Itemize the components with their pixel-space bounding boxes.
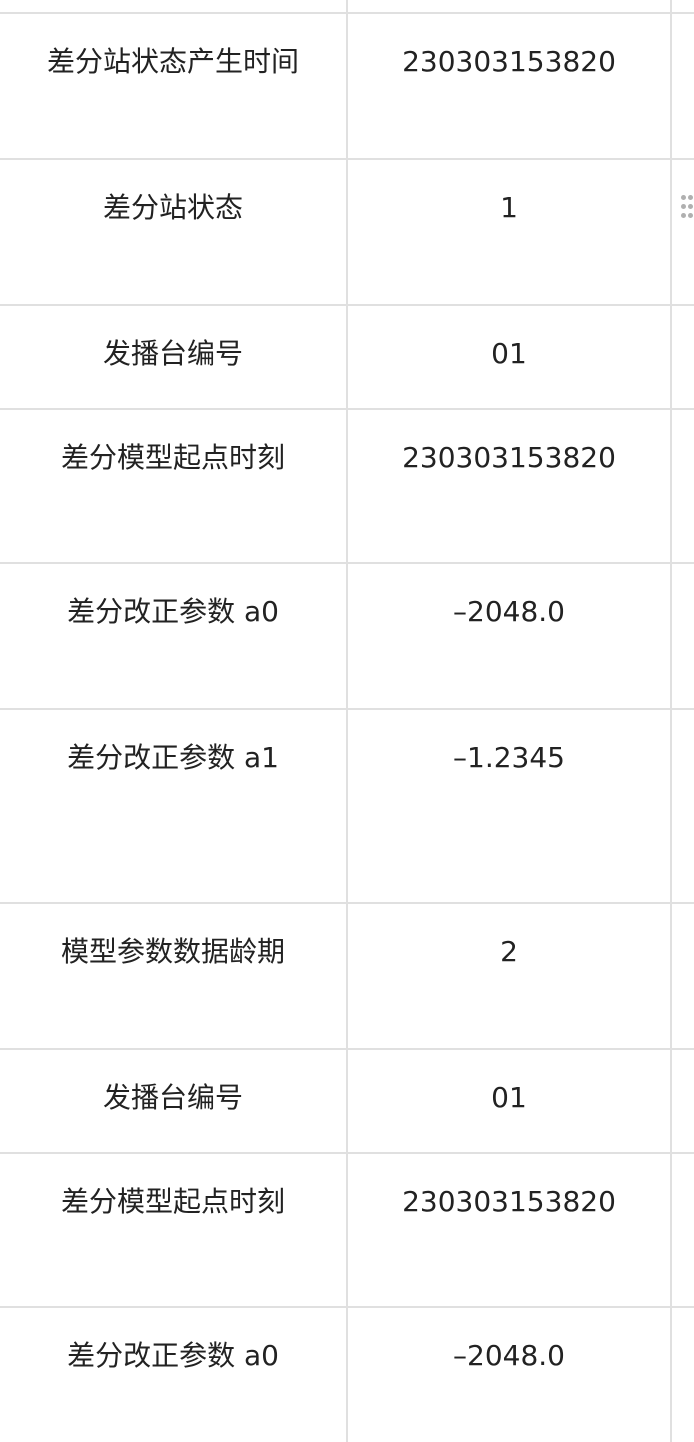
column-divider xyxy=(346,0,348,1442)
row-value: 230303153820 xyxy=(402,441,616,474)
row-label: 发播台编号 xyxy=(102,1081,243,1114)
row-label: 差分模型起点时刻 xyxy=(60,441,285,474)
row-label: 差分站状态 xyxy=(102,191,243,224)
row-label: 模型参数数据龄期 xyxy=(60,935,285,968)
row-value: –1.2345 xyxy=(453,741,565,774)
row-value: 1 xyxy=(500,191,518,224)
drag-handle-icon[interactable] xyxy=(680,194,694,220)
row-label: 差分站状态产生时间 xyxy=(46,45,299,78)
row-value: –2048.0 xyxy=(453,595,565,628)
row-value: 01 xyxy=(491,1081,527,1114)
data-table: 差分站状态产生时间 230303153820 差分站状态 1 发播台编号 01 … xyxy=(0,0,694,1442)
row-value: 230303153820 xyxy=(402,45,616,78)
column-divider xyxy=(670,0,672,1442)
row-label: 差分改正参数 a1 xyxy=(67,741,279,774)
row-label: 差分改正参数 a0 xyxy=(67,1339,279,1372)
row-label: 发播台编号 xyxy=(102,337,243,370)
row-value: 01 xyxy=(491,337,527,370)
row-value: 230303153820 xyxy=(402,1185,616,1218)
row-label: 差分改正参数 a0 xyxy=(67,595,279,628)
row-value: 2 xyxy=(500,935,518,968)
row-value: –2048.0 xyxy=(453,1339,565,1372)
row-label: 差分模型起点时刻 xyxy=(60,1185,285,1218)
